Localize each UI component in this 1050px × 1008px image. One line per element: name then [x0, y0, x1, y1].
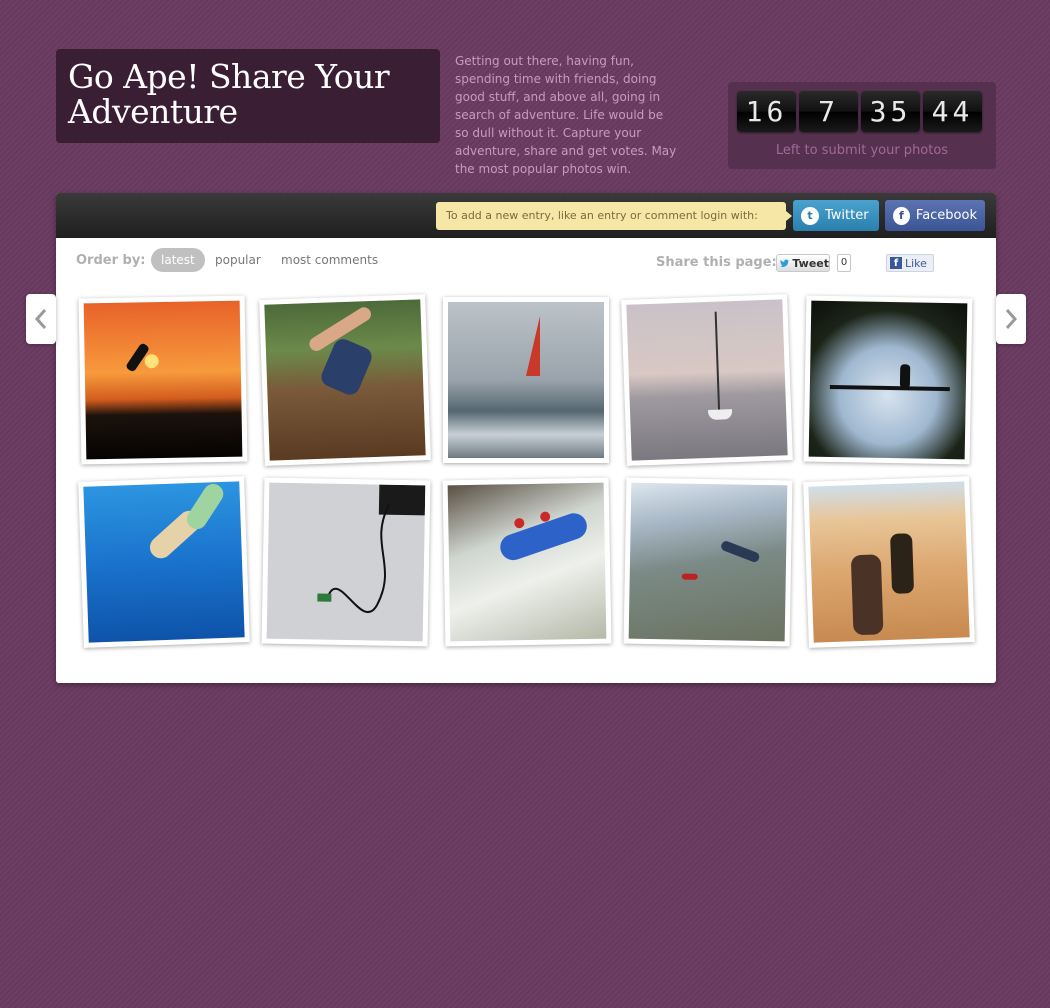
- countdown-box: 16 7 35 44 Left to submit your photos: [728, 82, 996, 169]
- photo-windsurfer: [448, 302, 604, 458]
- intro-text: Getting out there, having fun, spending …: [455, 54, 677, 176]
- photo-card[interactable]: [261, 477, 431, 647]
- gallery-panel: To add a new entry, like an entry or com…: [56, 193, 996, 683]
- photo-card[interactable]: [78, 476, 250, 648]
- photo-card[interactable]: [78, 295, 248, 465]
- photo-underwater-swimmer: [83, 481, 245, 643]
- countdown-seconds: 44: [923, 91, 982, 132]
- photo-treetop-rope-bridge: [808, 300, 968, 460]
- photo-card[interactable]: [442, 477, 612, 647]
- next-button[interactable]: [996, 294, 1026, 344]
- countdown-label: Left to submit your photos: [775, 143, 949, 158]
- chevron-left-icon: [34, 309, 47, 329]
- photo-white-water-rafting: [447, 482, 607, 642]
- photo-card[interactable]: [443, 297, 609, 463]
- photo-cliff-jump-sunset: [83, 300, 243, 460]
- photo-grid: [56, 193, 996, 683]
- countdown-digits: 16 7 35 44: [737, 91, 982, 132]
- photo-card[interactable]: [803, 476, 975, 648]
- countdown-minutes: 35: [861, 91, 920, 132]
- photo-card[interactable]: [803, 295, 973, 465]
- prev-button[interactable]: [26, 294, 56, 344]
- photo-skydivers: [628, 482, 788, 642]
- countdown-days: 16: [737, 91, 796, 132]
- photo-card[interactable]: [621, 294, 793, 466]
- chevron-right-icon: [1005, 309, 1018, 329]
- photo-sailboat: [626, 299, 788, 461]
- countdown-hours: 7: [799, 91, 858, 132]
- photo-card[interactable]: [623, 477, 793, 647]
- photo-card[interactable]: [259, 294, 431, 466]
- page-title: Go Ape! Share Your Adventure: [68, 57, 390, 131]
- photo-desert-camel-ride: [808, 481, 970, 643]
- photo-bungee-jump: [266, 482, 426, 642]
- photo-zipline-fall: [264, 299, 426, 461]
- title-box: Go Ape! Share Your Adventure: [56, 49, 440, 143]
